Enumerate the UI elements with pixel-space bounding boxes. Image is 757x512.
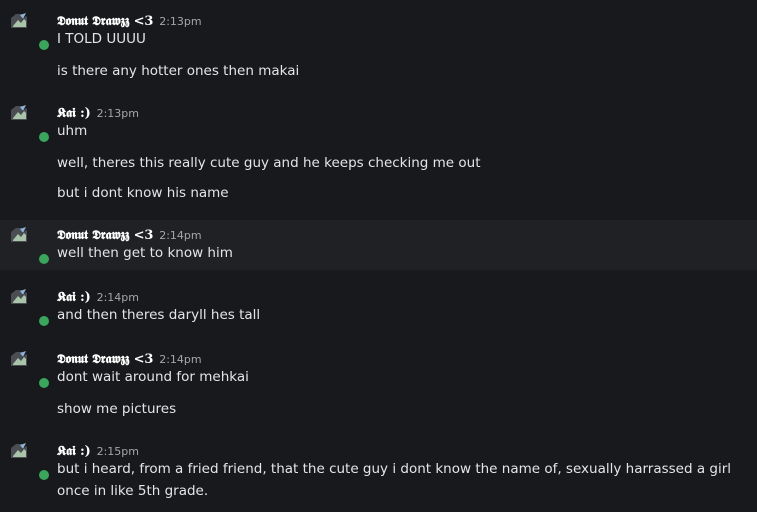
online-status-icon xyxy=(39,40,49,50)
username[interactable]: 𝕶𝖆𝖎 :) xyxy=(57,290,91,305)
online-status-icon xyxy=(39,254,49,264)
online-status-icon xyxy=(39,378,49,388)
message-text: but i heard, from a fried friend, that t… xyxy=(57,461,732,499)
broken-image-avatar-icon[interactable] xyxy=(10,12,28,30)
timestamp[interactable]: 2:14pm xyxy=(159,229,201,242)
message-text: well then get to know him xyxy=(57,245,233,261)
timestamp[interactable]: 2:15pm xyxy=(97,445,139,458)
username[interactable]: 𝕯𝖔𝖓𝖚𝖙 𝕯𝖗𝖆𝖜𝖟𝖟 <3 xyxy=(57,352,153,367)
online-status-icon xyxy=(39,316,49,326)
message-header: 𝕯𝖔𝖓𝖚𝖙 𝕯𝖗𝖆𝖜𝖟𝖟 <3 2:13pm xyxy=(57,12,202,29)
message-group[interactable]: 𝕯𝖔𝖓𝖚𝖙 𝕯𝖗𝖆𝖜𝖟𝖟 <3 2:14pm dont wait around f… xyxy=(0,344,757,436)
online-status-icon xyxy=(39,132,49,142)
timestamp[interactable]: 2:13pm xyxy=(97,107,139,120)
message-header: 𝕯𝖔𝖓𝖚𝖙 𝕯𝖗𝖆𝖜𝖟𝖟 <3 2:14pm xyxy=(57,350,202,367)
message-text: well, theres this really cute guy and he… xyxy=(57,155,481,171)
message-text: is there any hotter ones then makai xyxy=(57,63,300,79)
message-text: and then theres daryll hes tall xyxy=(57,307,261,323)
message-header: 𝕶𝖆𝖎 :) 2:13pm xyxy=(57,104,139,121)
broken-image-avatar-icon[interactable] xyxy=(10,350,28,368)
timestamp[interactable]: 2:14pm xyxy=(159,353,201,366)
message-group[interactable]: 𝕯𝖔𝖓𝖚𝖙 𝕯𝖗𝖆𝖜𝖟𝖟 <3 2:13pm I TOLD UUUU is the… xyxy=(0,0,757,92)
broken-image-avatar-icon[interactable] xyxy=(10,442,28,460)
username[interactable]: 𝕶𝖆𝖎 :) xyxy=(57,106,91,121)
message-header: 𝕶𝖆𝖎 :) 2:14pm xyxy=(57,288,139,305)
chat-message-list[interactable]: 𝕯𝖔𝖓𝖚𝖙 𝕯𝖗𝖆𝖜𝖟𝖟 <3 2:13pm I TOLD UUUU is the… xyxy=(0,0,757,512)
message-group[interactable]: 𝕶𝖆𝖎 :) 2:15pm but i heard, from a fried f… xyxy=(0,436,757,512)
message-group[interactable]: 𝕯𝖔𝖓𝖚𝖙 𝕯𝖗𝖆𝖜𝖟𝖟 <3 2:14pm well then get to k… xyxy=(0,220,757,270)
username[interactable]: 𝕯𝖔𝖓𝖚𝖙 𝕯𝖗𝖆𝖜𝖟𝖟 <3 xyxy=(57,14,153,29)
message-text: uhm xyxy=(57,123,88,139)
broken-image-avatar-icon[interactable] xyxy=(10,288,28,306)
message-header: 𝕯𝖔𝖓𝖚𝖙 𝕯𝖗𝖆𝖜𝖟𝖟 <3 2:14pm xyxy=(57,226,202,243)
message-group[interactable]: 𝕶𝖆𝖎 :) 2:14pm and then theres daryll hes … xyxy=(0,282,757,342)
broken-image-avatar-icon[interactable] xyxy=(10,226,28,244)
message-text: but i dont know his name xyxy=(57,185,229,201)
username[interactable]: 𝕯𝖔𝖓𝖚𝖙 𝕯𝖗𝖆𝖜𝖟𝖟 <3 xyxy=(57,228,153,243)
message-text: dont wait around for mehkai xyxy=(57,369,249,385)
message-text: I TOLD UUUU xyxy=(57,31,146,47)
timestamp[interactable]: 2:14pm xyxy=(97,291,139,304)
message-text: show me pictures xyxy=(57,401,177,417)
broken-image-avatar-icon[interactable] xyxy=(10,104,28,122)
username[interactable]: 𝕶𝖆𝖎 :) xyxy=(57,444,91,459)
message-group[interactable]: 𝕶𝖆𝖎 :) 2:13pm uhm well, theres this reall… xyxy=(0,92,757,214)
message-header: 𝕶𝖆𝖎 :) 2:15pm xyxy=(57,442,139,459)
online-status-icon xyxy=(39,470,49,480)
timestamp[interactable]: 2:13pm xyxy=(159,15,201,28)
